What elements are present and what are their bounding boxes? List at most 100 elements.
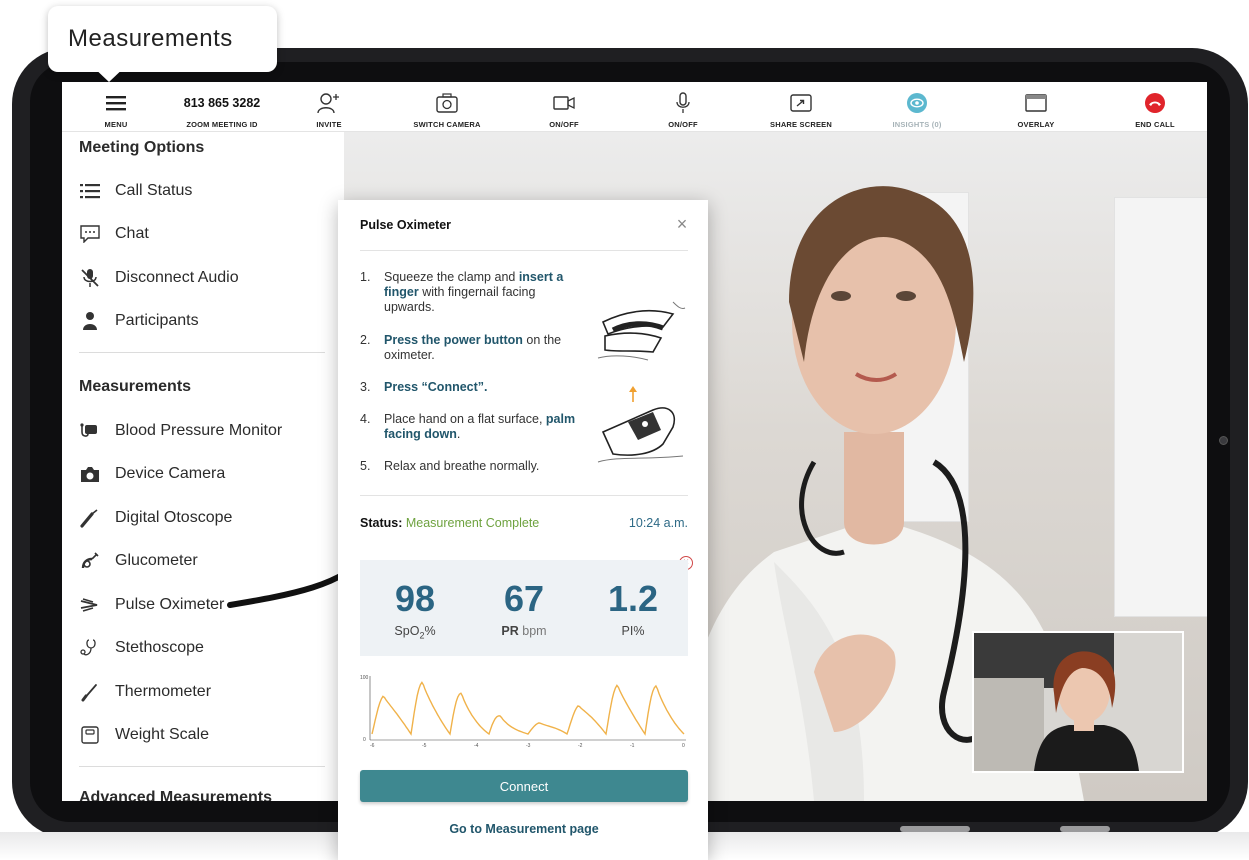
connect-button[interactable]: Connect xyxy=(360,770,688,802)
overlay-label: OVERLAY xyxy=(1017,120,1055,129)
sidebar-item-label: Participants xyxy=(115,312,199,329)
status-value: Measurement Complete xyxy=(405,516,540,530)
waveform-y-bottom-tick: 0 xyxy=(363,737,366,743)
end-call-label: END CALL xyxy=(1135,120,1175,129)
sidebar-item-label: Digital Otoscope xyxy=(115,509,233,526)
blood-pressure-icon xyxy=(79,420,101,442)
close-icon[interactable]: × xyxy=(672,214,692,234)
meeting-id-display: 813 865 3282 ZOOM MEETING ID xyxy=(167,82,277,132)
sidebar-item-participants[interactable]: Participants xyxy=(79,306,199,336)
waveform-line xyxy=(371,681,685,736)
sidebar-item-digital-otoscope[interactable]: Digital Otoscope xyxy=(79,503,232,533)
thermometer-icon xyxy=(79,681,101,703)
share-screen-button[interactable]: SHARE SCREEN xyxy=(761,82,841,132)
share-screen-label: SHARE SCREEN xyxy=(770,120,832,129)
sidebar-item-label: Device Camera xyxy=(115,465,226,482)
mic-toggle-label: ON/OFF xyxy=(668,120,698,129)
otoscope-icon xyxy=(79,507,101,529)
sidebar-item-stethoscope[interactable]: Stethoscope xyxy=(79,633,204,663)
instruction-step: 5. Relax and breathe normally. xyxy=(360,459,540,473)
sidebar-item-label: Pulse Oximeter xyxy=(115,596,225,613)
end-call-icon xyxy=(1144,91,1166,115)
waveform-x-tick: -2 xyxy=(578,743,583,749)
sidebar-item-pulse-oximeter[interactable]: Pulse Oximeter xyxy=(79,590,224,620)
video-toggle-label: ON/OFF xyxy=(549,120,579,129)
instruction-step: 1. Squeeze the clamp and insert a finger… xyxy=(360,270,564,314)
sidebar-item-label: Glucometer xyxy=(115,552,198,569)
stage: MENU 813 865 3282 ZOOM MEETING ID INVITE… xyxy=(0,0,1249,860)
sidebar-item-thermometer[interactable]: Thermometer xyxy=(79,677,211,707)
panel-title: Pulse Oximeter xyxy=(360,218,452,232)
sidebar-item-label: Thermometer xyxy=(115,683,212,700)
pulse-oximeter-icon xyxy=(79,594,101,616)
perfusion-index-label: PI% xyxy=(621,624,645,638)
waveform-x-tick: -6 xyxy=(370,743,375,749)
perfusion-index-value: 1.2 xyxy=(607,578,659,619)
list-icon xyxy=(79,180,101,202)
video-toggle-button[interactable]: ON/OFF xyxy=(539,82,589,132)
self-view-video[interactable] xyxy=(972,631,1184,773)
waveform-x-tick: -3 xyxy=(526,743,531,749)
waveform-x-tick: -1 xyxy=(630,743,635,749)
measurements-heading: Measurements xyxy=(79,378,192,395)
mic-off-icon xyxy=(79,267,101,289)
sidebar-item-glucometer[interactable]: Glucometer xyxy=(79,546,198,576)
sidebar-item-call-status[interactable]: Call Status xyxy=(79,176,192,206)
spo2-label: SpO2% xyxy=(394,624,436,641)
pulse-oximeter-panel: Pulse Oximeter × 1. Squeeze the clamp an… xyxy=(338,200,708,860)
chat-icon xyxy=(79,223,101,245)
sidebar-item-label: Blood Pressure Monitor xyxy=(115,422,283,439)
microphone-icon xyxy=(675,91,691,115)
go-to-measurement-page-link[interactable]: Go to Measurement page xyxy=(360,822,688,836)
overlay-button[interactable]: OVERLAY xyxy=(1011,82,1061,132)
measurement-status: Status: Measurement Complete 10:24 a.m. xyxy=(360,516,688,530)
call-toolbar: MENU 813 865 3282 ZOOM MEETING ID INVITE… xyxy=(62,82,1207,132)
menu-button[interactable]: MENU xyxy=(90,82,142,132)
insights-label: INSIGHTS (0) xyxy=(892,120,942,129)
instruction-step: 4. Place hand on a flat surface, palm fa… xyxy=(360,412,576,441)
end-call-button[interactable]: END CALL xyxy=(1127,82,1183,132)
measurements-callout: Measurements xyxy=(48,6,277,72)
sidebar-item-disconnect-audio[interactable]: Disconnect Audio xyxy=(79,263,239,293)
sidebar-item-device-camera[interactable]: Device Camera xyxy=(79,459,225,489)
oximeter-finger-illustration xyxy=(597,386,684,463)
overlay-icon xyxy=(1025,91,1047,115)
pulse-rate-reading: 67 PR bpm xyxy=(469,560,579,656)
callout-text: Measurements xyxy=(68,25,233,52)
video-camera-icon xyxy=(553,91,575,115)
waveform-x-tick: 0 xyxy=(682,743,685,749)
switch-camera-button[interactable]: SWITCH CAMERA xyxy=(407,82,487,132)
sidebar-menu: Meeting Options Call Status Chat Disconn… xyxy=(62,132,344,801)
sidebar-item-label: Chat xyxy=(115,225,149,242)
eye-icon xyxy=(906,91,928,115)
switch-camera-label: SWITCH CAMERA xyxy=(413,120,481,129)
sidebar-item-label: Disconnect Audio xyxy=(115,269,239,286)
instruction-step: 3. Press “Connect”. xyxy=(360,380,488,394)
status-timestamp: 10:24 a.m. xyxy=(628,516,688,530)
sidebar-item-label: Stethoscope xyxy=(115,639,204,656)
scale-icon xyxy=(79,724,101,746)
panel-divider xyxy=(360,495,688,496)
callout-pointer xyxy=(90,64,128,82)
share-screen-icon xyxy=(790,91,812,115)
perfusion-index-reading: 1.2 PI% xyxy=(578,560,688,656)
hamburger-icon xyxy=(106,91,126,115)
sidebar-item-chat[interactable]: Chat xyxy=(79,219,149,249)
sidebar-item-weight-scale[interactable]: Weight Scale xyxy=(79,720,209,750)
switch-camera-icon xyxy=(436,91,458,115)
invite-button[interactable]: INVITE xyxy=(304,82,354,132)
oximeter-clamp-illustration xyxy=(597,301,686,361)
invite-label: INVITE xyxy=(316,120,342,129)
sidebar-divider xyxy=(79,766,325,767)
mic-toggle-button[interactable]: ON/OFF xyxy=(658,82,708,132)
pulse-rate-label: PR bpm xyxy=(501,624,547,638)
panel-divider xyxy=(360,250,688,251)
meeting-id: 813 865 3282 xyxy=(183,96,261,110)
waveform-x-tick: -5 xyxy=(422,743,427,749)
waveform-y-top-tick: 100 xyxy=(360,675,369,681)
glucometer-icon xyxy=(79,550,101,572)
stethoscope-icon xyxy=(79,637,101,659)
insights-button[interactable]: INSIGHTS (0) xyxy=(887,82,947,132)
tablet-camera xyxy=(1219,436,1228,445)
sidebar-item-blood-pressure-monitor[interactable]: Blood Pressure Monitor xyxy=(79,416,282,446)
